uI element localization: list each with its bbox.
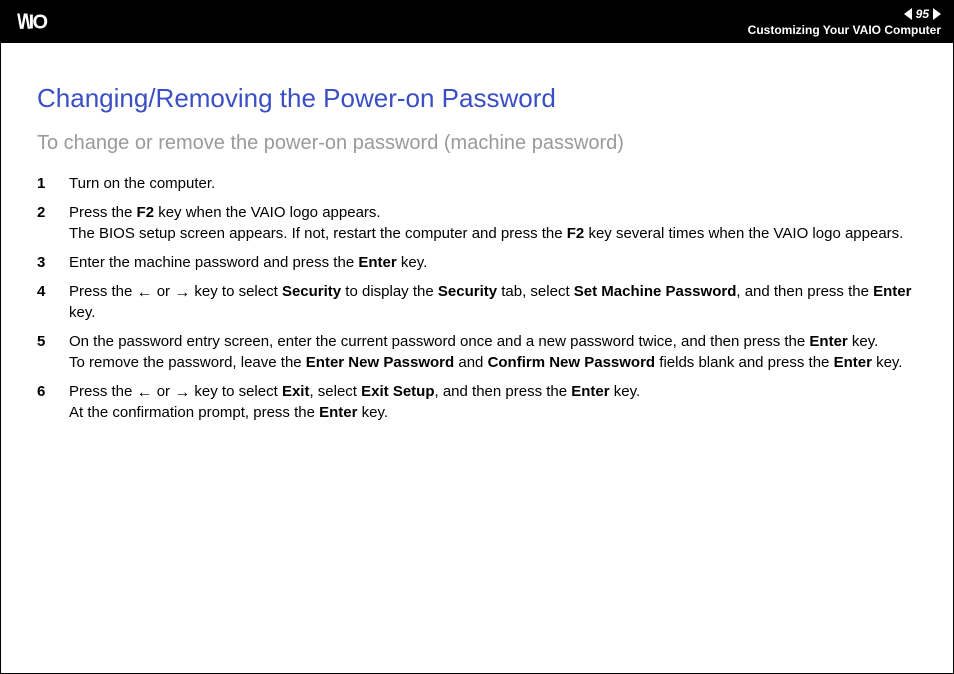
step-body: Enter the machine password and press the… — [69, 252, 917, 273]
step-number: 2 — [37, 202, 51, 244]
page-subtitle: To change or remove the power-on passwor… — [37, 132, 917, 155]
page-number: 95 — [916, 7, 929, 21]
next-page-icon[interactable] — [933, 8, 941, 20]
step-body: Press the ← or → key to select Security … — [69, 281, 917, 323]
step-item: 1 Turn on the computer. — [37, 169, 917, 198]
step-body: On the password entry screen, enter the … — [69, 331, 917, 373]
step-number: 5 — [37, 331, 51, 373]
step-number: 6 — [37, 381, 51, 423]
chapter-title: Customizing Your VAIO Computer — [748, 23, 941, 37]
step-number: 1 — [37, 173, 51, 194]
vaio-logo-icon: \/\IO — [17, 12, 117, 32]
step-number: 4 — [37, 281, 51, 323]
page-header: \/\IO 95 Customizing Your VAIO Computer — [1, 1, 953, 43]
step-item: 5 On the password entry screen, enter the… — [37, 327, 917, 377]
step-item: 3 Enter the machine password and press th… — [37, 248, 917, 277]
step-item: 2 Press the F2 key when the VAIO logo app… — [37, 198, 917, 248]
page-nav: 95 — [904, 7, 941, 21]
steps-list: 1 Turn on the computer. 2 Press the F2 key … — [37, 169, 917, 427]
step-body: Press the F2 key when the VAIO logo appe… — [69, 202, 917, 244]
page-title: Changing/Removing the Power-on Password — [37, 83, 917, 114]
page-content: Changing/Removing the Power-on Password … — [1, 43, 953, 447]
prev-page-icon[interactable] — [904, 8, 912, 20]
svg-text:\/\IO: \/\IO — [17, 12, 48, 32]
step-body: Press the ← or → key to select Exit, sel… — [69, 381, 917, 423]
step-item: 4 Press the ← or → key to select Security… — [37, 277, 917, 327]
step-body: Turn on the computer. — [69, 173, 917, 194]
step-number: 3 — [37, 252, 51, 273]
step-item: 6 Press the ← or → key to select Exit, se… — [37, 377, 917, 427]
